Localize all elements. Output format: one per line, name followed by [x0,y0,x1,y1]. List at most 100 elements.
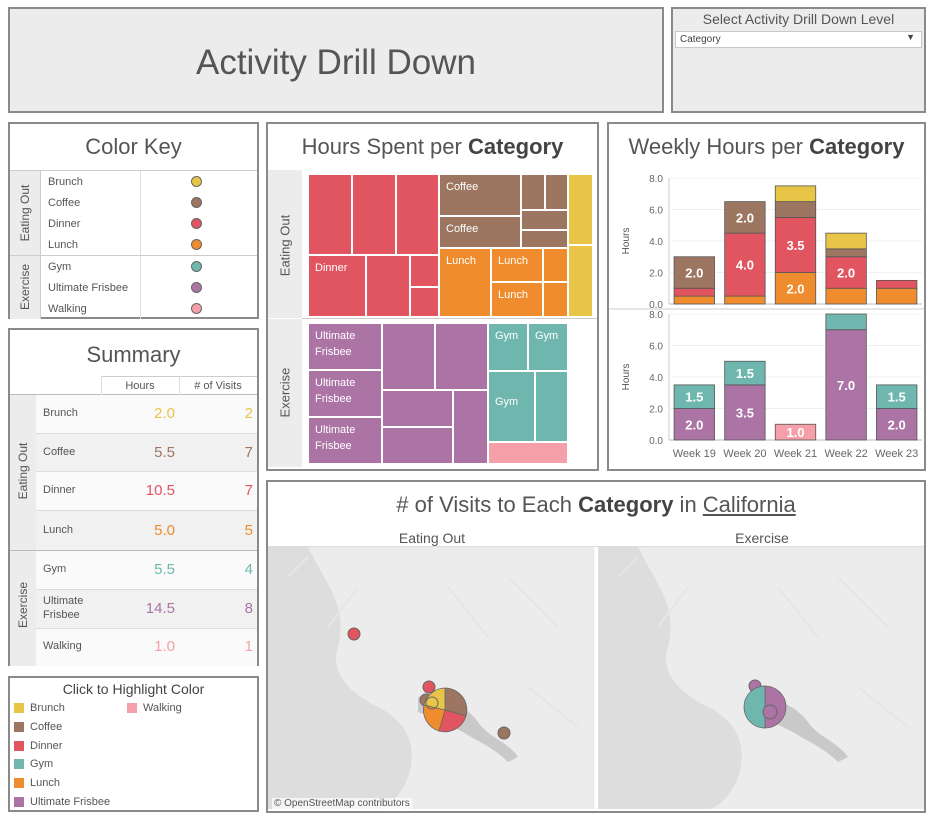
treemap-cell-lunch[interactable]: Lunch [491,282,543,317]
treemap-cell-brunch[interactable] [568,245,593,317]
highlight-lunch[interactable]: Lunch [14,777,60,789]
bar-lunch[interactable] [673,295,715,305]
treemap-cell-ultimate-frisbee[interactable] [382,390,453,427]
highlight-brunch[interactable]: Brunch [14,702,65,714]
treemap-cell-gym[interactable] [535,371,568,442]
bar-brunch[interactable] [774,185,817,203]
map-title: # of Visits to Each Category in Californ… [396,492,796,517]
treemap-cell-gym[interactable]: Gym [488,323,528,371]
color-key-row-coffee[interactable]: Coffee [42,192,257,213]
highlight-walking[interactable]: Walking [127,702,182,714]
treemap-cell-gym[interactable]: Gym [488,371,535,442]
y-tick-label: 6.0 [649,342,663,353]
treemap-cell-dinner[interactable] [396,174,439,255]
treemap-cell-lunch[interactable]: Lunch [439,248,491,317]
treemap-cell-gym[interactable]: Gym [528,323,568,371]
color-dot-walking [191,303,202,314]
bar-brunch[interactable] [825,232,867,250]
dashboard-title: Activity Drill Down [195,43,477,82]
treemap-cell-ultimate-frisbee[interactable] [435,323,488,390]
color-key-row-dinner[interactable]: Dinner [42,213,257,234]
treemap-cell-lunch[interactable] [543,282,568,317]
color-key-row-walking[interactable]: Walking [42,298,257,319]
treemap-cell-dinner[interactable] [352,174,396,255]
treemap-cell-dinner[interactable] [410,287,439,317]
map-exercise[interactable] [598,547,924,809]
color-key-group-exercise: Exercise [18,264,32,311]
bar-dinner[interactable] [876,279,918,289]
treemap-cell-coffee[interactable] [521,230,568,248]
bar-lunch[interactable] [876,287,918,305]
y-tick-label: 8.0 [649,310,663,321]
bar-dinner[interactable] [673,287,715,297]
bar-data-label: 2.0 [888,417,906,432]
color-key-row-ultimate-frisbee[interactable]: Ultimate Frisbee [42,277,257,298]
color-dot-coffee [191,197,202,208]
map-panel-eating-out-label: Eating Out [398,530,466,546]
treemap-cell-ultimate-frisbee[interactable] [453,390,488,464]
bar-data-label: 7.0 [837,378,855,393]
drilldown-select[interactable]: Category ▼ [675,31,922,48]
bar-gym[interactable] [825,313,867,331]
x-tick-label: Week 21 [774,448,817,460]
treemap-cell-ultimate-frisbee[interactable]: Ultimate Frisbee [308,323,382,370]
treemap-cell-brunch[interactable] [568,174,593,245]
treemap-cell-ultimate-frisbee[interactable]: Ultimate Frisbee [308,370,382,417]
x-tick-label: Week 20 [723,448,766,460]
color-dot-gym [191,261,202,272]
chevron-down-icon[interactable]: ▼ [906,32,915,42]
highlight-gym[interactable]: Gym [14,758,53,770]
treemap-cell-ultimate-frisbee[interactable] [382,427,453,464]
weekly-panel: Weekly Hours per Category Hours 0.0 2.0 4.0… [607,122,926,471]
color-key-row-lunch[interactable]: Lunch [42,234,257,255]
bar-lunch[interactable] [825,287,867,305]
map-pie-eating-out[interactable] [423,687,468,733]
bar-data-label: 4.0 [736,258,754,273]
state-filter-link[interactable]: California [703,492,796,517]
highlight-coffee[interactable]: Coffee [14,721,62,733]
treemap-cell-coffee[interactable]: Coffee [439,216,521,248]
color-key-row-gym[interactable]: Gym [42,256,257,277]
x-tick-label: Week 19 [673,448,716,460]
highlight-ultimate-frisbee[interactable]: Ultimate Frisbee [14,796,110,808]
bar-data-label: 3.5 [736,405,754,420]
map-canvas[interactable] [268,547,924,809]
y-tick-label: 2.0 [649,269,663,280]
treemap-cell-dinner[interactable]: Dinner [308,255,366,317]
map-panel-exercise-label: Exercise [735,530,789,546]
color-key-row-brunch[interactable]: Brunch [42,171,257,192]
weekly-title: Weekly Hours per Category [628,134,905,159]
treemap-cell-dinner[interactable] [308,174,352,255]
treemap-cell-dinner[interactable] [366,255,410,317]
y-axis-label: Hours [621,228,632,255]
treemap-cell-coffee[interactable] [521,210,568,230]
bar-data-label: 3.5 [786,238,804,253]
bar-lunch[interactable] [724,295,766,305]
treemap-cell-lunch[interactable] [543,248,568,282]
title-panel: Activity Drill Down [8,7,664,113]
treemap-cell-coffee[interactable]: Coffee [439,174,521,216]
map-marker-coffee[interactable] [497,726,511,740]
map-eating-out[interactable] [268,547,595,809]
map-marker-dinner[interactable] [422,680,436,694]
color-dot-dinner [191,218,202,229]
y-tick-label: 0.0 [649,436,663,447]
treemap-group-eating-out: Eating Out [277,214,293,277]
treemap-cell-ultimate-frisbee[interactable] [382,323,435,390]
treemap-panel: Hours Spent per Category Eating Out Exer… [266,122,599,471]
treemap-cell-ultimate-frisbee[interactable]: Ultimate Frisbee [308,417,382,464]
treemap-cell-coffee[interactable] [545,174,568,210]
summary-group-exercise: Exercise [16,582,30,629]
highlight-dinner[interactable]: Dinner [14,740,62,752]
treemap-cell-lunch[interactable]: Lunch [491,248,543,282]
map-marker-dinner[interactable] [347,627,361,641]
bar-coffee[interactable] [825,248,867,258]
treemap-cell-dinner[interactable] [410,255,439,287]
treemap-cell-walking[interactable] [488,442,568,464]
map-panel: # of Visits to Each Category in Californ… [266,480,926,813]
color-dot-brunch [191,176,202,187]
map-marker-ultimate-frisbee[interactable] [762,704,778,720]
treemap-cell-coffee[interactable] [521,174,545,210]
bar-coffee[interactable] [774,201,817,218]
drilldown-panel: Select Activity Drill Down Level Categor… [671,7,926,113]
